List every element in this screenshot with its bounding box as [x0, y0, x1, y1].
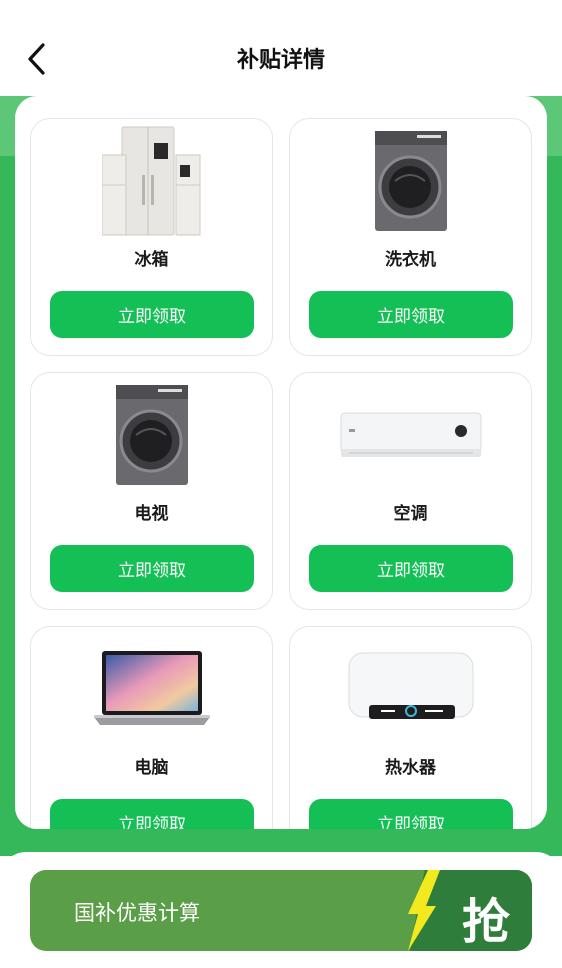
- claim-button-washer[interactable]: 立即领取: [309, 291, 513, 338]
- product-name: 电脑: [134, 758, 169, 778]
- bottom-sheet: 国补优惠计算 抢: [0, 852, 562, 968]
- claim-button-tv[interactable]: 立即领取: [50, 545, 254, 592]
- claim-button-air-conditioner[interactable]: 立即领取: [309, 545, 513, 592]
- page-title: 补贴详情: [236, 48, 325, 73]
- claim-button-fridge[interactable]: 立即领取: [50, 291, 254, 338]
- grab-label[interactable]: 抢: [462, 882, 510, 951]
- product-card-fridge: 冰箱 立即领取: [30, 118, 273, 356]
- calculator-label: 国补优惠计算: [74, 901, 200, 925]
- product-card-tv: 电视 立即领取: [30, 372, 273, 610]
- product-name: 空调: [393, 504, 428, 524]
- header: 补贴详情: [0, 0, 562, 96]
- product-panel: 冰箱 立即领取 洗衣机 立即领取 电视 立即领取 空调 立即领取 电脑 立即领取…: [15, 96, 547, 829]
- fridge-image: [31, 125, 272, 237]
- claim-button-water-heater[interactable]: 立即领取: [309, 799, 513, 829]
- subsidy-calculator-button[interactable]: 国补优惠计算 抢: [30, 870, 532, 951]
- product-card-laptop: 电脑 立即领取: [30, 626, 273, 829]
- washer-image: [290, 125, 531, 237]
- product-name: 热水器: [385, 758, 436, 778]
- laptop-image: [31, 633, 272, 745]
- water-heater-image: [290, 633, 531, 745]
- product-card-air-conditioner: 空调 立即领取: [289, 372, 532, 610]
- claim-button-laptop[interactable]: 立即领取: [50, 799, 254, 829]
- washer-image: [31, 379, 272, 491]
- product-name: 电视: [134, 504, 169, 524]
- product-card-water-heater: 热水器 立即领取: [289, 626, 532, 829]
- product-name: 冰箱: [134, 250, 169, 270]
- air-conditioner-image: [290, 379, 531, 491]
- lightning-icon: [408, 870, 440, 951]
- product-name: 洗衣机: [385, 250, 436, 270]
- product-card-washer: 洗衣机 立即领取: [289, 118, 532, 356]
